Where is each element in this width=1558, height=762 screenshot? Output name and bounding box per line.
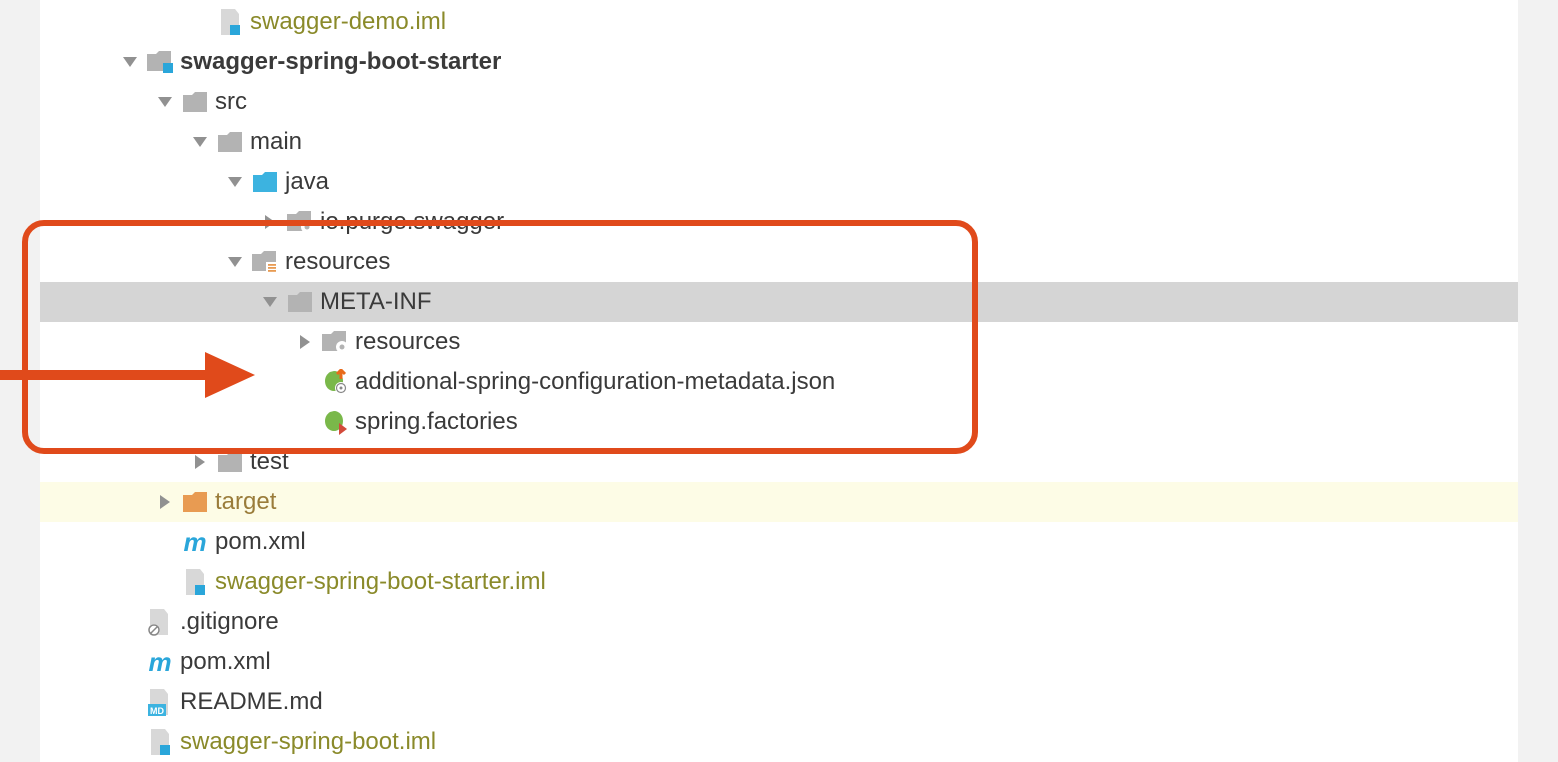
folder-icon xyxy=(181,88,209,116)
tree-item-label: spring.factories xyxy=(355,408,518,436)
svg-text:MD: MD xyxy=(150,706,164,716)
tree-row[interactable]: swagger-spring-boot-starter xyxy=(40,42,1518,82)
tree-row[interactable]: swagger-demo.iml xyxy=(40,2,1518,42)
tree-row[interactable]: test xyxy=(40,442,1518,482)
folder-icon xyxy=(216,448,244,476)
package-folder-icon xyxy=(321,328,349,356)
tree-item-label: resources xyxy=(355,328,460,356)
tree-row[interactable]: swagger-spring-boot-starter.iml xyxy=(40,562,1518,602)
expand-arrow-icon[interactable] xyxy=(225,252,245,272)
project-tree[interactable]: swagger-demo.iml swagger-spring-boot-star… xyxy=(40,0,1518,762)
tree-item-label: io.purge.swagger xyxy=(320,208,504,236)
tree-row[interactable]: java xyxy=(40,162,1518,202)
expand-arrow-icon[interactable] xyxy=(190,452,210,472)
module-folder-icon xyxy=(146,48,174,76)
iml-file-icon xyxy=(216,8,244,36)
tree-row[interactable]: main xyxy=(40,122,1518,162)
tree-item-label: resources xyxy=(285,248,390,276)
tree-item-label: src xyxy=(215,88,247,116)
iml-file-icon xyxy=(181,568,209,596)
folder-icon xyxy=(286,288,314,316)
tree-item-label: main xyxy=(250,128,302,156)
tree-item-label: swagger-spring-boot-starter xyxy=(180,48,501,76)
tree-item-label: pom.xml xyxy=(215,528,306,556)
gitignore-file-icon xyxy=(146,608,174,636)
resources-folder-icon xyxy=(251,248,279,276)
tree-row[interactable]: additional-spring-configuration-metadata… xyxy=(40,362,1518,402)
tree-row[interactable]: mpom.xml xyxy=(40,522,1518,562)
tree-item-label: .gitignore xyxy=(180,608,279,636)
tree-row[interactable]: resources xyxy=(40,242,1518,282)
tree-row[interactable]: .gitignore xyxy=(40,602,1518,642)
tree-row[interactable]: src xyxy=(40,82,1518,122)
maven-file-icon: m xyxy=(146,648,174,676)
tree-row[interactable]: mpom.xml xyxy=(40,642,1518,682)
spring-factories-file-icon xyxy=(321,408,349,436)
tree-item-label: target xyxy=(215,488,276,516)
tree-item-label: java xyxy=(285,168,329,196)
folder-icon xyxy=(216,128,244,156)
expand-arrow-icon[interactable] xyxy=(120,52,140,72)
expand-arrow-icon[interactable] xyxy=(260,212,280,232)
maven-file-icon: m xyxy=(181,528,209,556)
expand-arrow-icon[interactable] xyxy=(260,292,280,312)
tree-row[interactable]: spring.factories xyxy=(40,402,1518,442)
expand-arrow-icon[interactable] xyxy=(225,172,245,192)
expand-arrow-icon[interactable] xyxy=(155,92,175,112)
tree-row[interactable]: MD README.md xyxy=(40,682,1518,722)
spring-config-file-icon xyxy=(321,368,349,396)
tree-row[interactable]: target xyxy=(40,482,1518,522)
excluded-folder-icon xyxy=(181,488,209,516)
tree-item-label: swagger-demo.iml xyxy=(250,8,446,36)
tree-item-label: README.md xyxy=(180,688,323,716)
expand-arrow-icon[interactable] xyxy=(190,132,210,152)
tree-item-label: swagger-spring-boot-starter.iml xyxy=(215,568,546,596)
tree-item-label: META-INF xyxy=(320,288,432,316)
expand-arrow-icon[interactable] xyxy=(155,492,175,512)
expand-arrow-icon[interactable] xyxy=(295,332,315,352)
iml-file-icon xyxy=(146,728,174,756)
package-folder-icon xyxy=(286,208,314,236)
markdown-file-icon: MD xyxy=(146,688,174,716)
tree-item-label: test xyxy=(250,448,289,476)
tree-row[interactable]: swagger-spring-boot.iml xyxy=(40,722,1518,762)
tree-item-label: additional-spring-configuration-metadata… xyxy=(355,368,835,396)
tree-item-label: swagger-spring-boot.iml xyxy=(180,728,436,756)
tree-item-label: pom.xml xyxy=(180,648,271,676)
tree-row[interactable]: META-INF xyxy=(40,282,1518,322)
source-folder-icon xyxy=(251,168,279,196)
tree-row[interactable]: resources xyxy=(40,322,1518,362)
tree-row[interactable]: io.purge.swagger xyxy=(40,202,1518,242)
